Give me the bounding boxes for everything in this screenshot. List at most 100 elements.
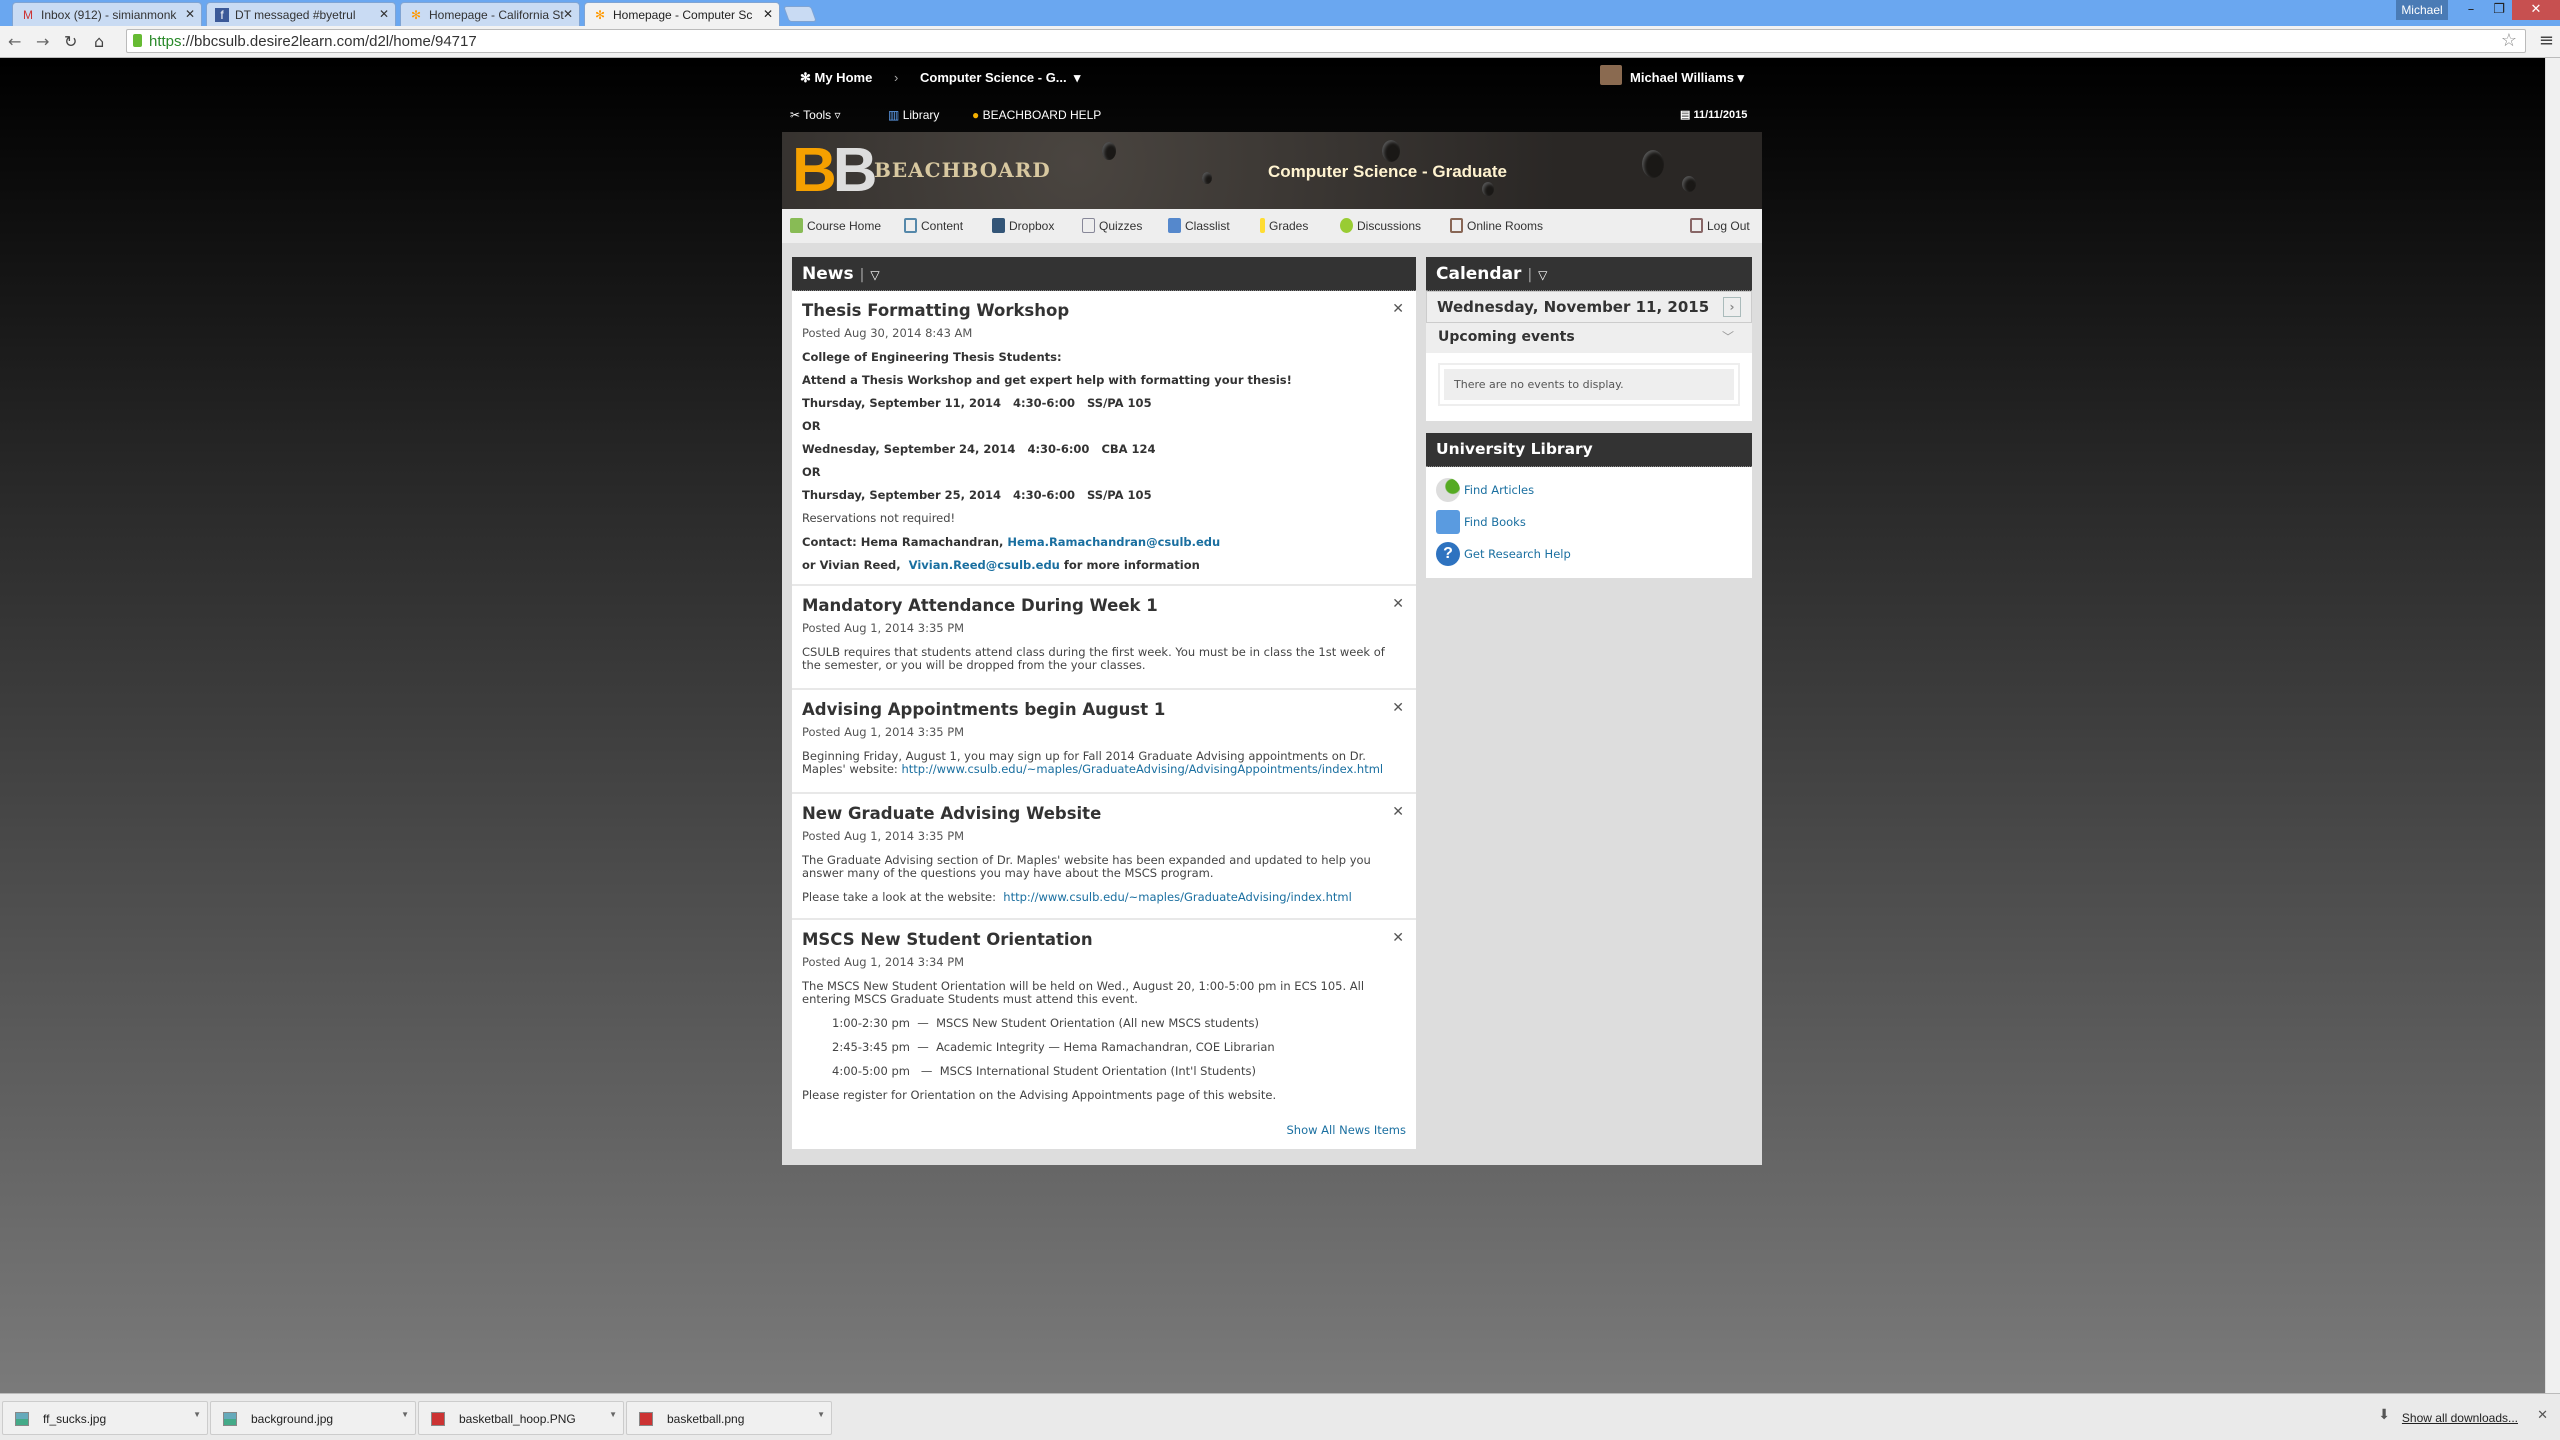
library-header: University Library: [1426, 433, 1752, 467]
next-day-icon[interactable]: ›: [1723, 297, 1741, 317]
widget-menu-icon[interactable]: ▽: [870, 268, 879, 282]
nav-discussions[interactable]: Discussions: [1340, 218, 1421, 233]
tools-bar: ✂ Tools ▿ ▥ Library ● BEACHBOARD HELP ▤ …: [782, 94, 1762, 132]
upcoming-events-toggle[interactable]: Upcoming events ﹀: [1426, 323, 1752, 353]
help-question-icon: ?: [1436, 542, 1460, 566]
book-icon: ▥: [888, 108, 900, 122]
browser-tab[interactable]: f DT messaged #byetrul ✕: [206, 2, 396, 26]
minibar: ✻ My Home › Computer Science - G... ▾ Mi…: [782, 58, 1762, 94]
nav-quizzes[interactable]: Quizzes: [1082, 218, 1142, 233]
download-item[interactable]: ff_sucks.jpg ▼: [2, 1401, 208, 1435]
forward-icon[interactable]: →: [36, 32, 49, 51]
close-tab-icon[interactable]: ✕: [185, 7, 195, 21]
browser-toolbar: ← → ↻ ⌂ https://bbcsulb.desire2learn.com…: [0, 26, 2560, 58]
dismiss-icon[interactable]: ✕: [1392, 700, 1404, 716]
close-window-icon[interactable]: ✕: [2512, 0, 2560, 20]
nav-grades[interactable]: Grades: [1260, 218, 1308, 233]
chevron-down-icon: ﹀: [1721, 330, 1734, 344]
email-link[interactable]: Vivian.Reed@csulb.edu: [909, 558, 1060, 572]
news-item: ✕ MSCS New Student Orientation Posted Au…: [802, 930, 1404, 1102]
dismiss-icon[interactable]: ✕: [1392, 930, 1404, 946]
browser-tab-active[interactable]: ✻ Homepage - Computer Sc ✕: [584, 2, 780, 26]
advising-appointments-link[interactable]: http://www.csulb.edu/~maples/GraduateAdv…: [901, 762, 1383, 776]
page-scrollbar[interactable]: [2545, 58, 2560, 1393]
back-icon[interactable]: ←: [8, 32, 21, 51]
nav-classlist[interactable]: Classlist: [1168, 218, 1230, 233]
news-widget: News | ▽ ✕ Thesis Formatting Workshop Post…: [792, 257, 1416, 1149]
tools-menu[interactable]: ✂ Tools ▿: [790, 108, 841, 122]
d2l-icon: ✻: [594, 8, 606, 22]
dismiss-icon[interactable]: ✕: [1392, 301, 1404, 317]
browser-tab[interactable]: ✻ Homepage - California St ✕: [400, 2, 580, 26]
breadcrumb-chevron-icon: ›: [894, 70, 899, 85]
find-books-icon: [1436, 510, 1460, 534]
downloads-bar: ff_sucks.jpg ▼ background.jpg ▼ basketball…: [0, 1393, 2560, 1440]
dropbox-icon: [992, 218, 1005, 233]
calendar-header: Calendar | ▽: [1426, 257, 1752, 291]
dismiss-icon[interactable]: ✕: [1392, 804, 1404, 820]
dismiss-icon[interactable]: ✕: [1392, 596, 1404, 612]
research-help-link[interactable]: ? Get Research Help: [1436, 541, 1742, 567]
dropdown-arrow-icon: ▼: [193, 1410, 201, 1419]
course-navbar: Course Home Content Dropbox Quizzes Clas…: [782, 209, 1762, 243]
bookmark-star-icon[interactable]: ☆: [2501, 30, 2517, 51]
close-downloads-icon[interactable]: ✕: [2537, 1408, 2548, 1423]
news-header: News | ▽: [792, 257, 1416, 291]
download-item[interactable]: basketball_hoop.PNG ▼: [418, 1401, 624, 1435]
download-item[interactable]: background.jpg ▼: [210, 1401, 416, 1435]
close-tab-icon[interactable]: ✕: [379, 7, 389, 21]
library-widget: University Library Find Articles Find Bo…: [1426, 433, 1752, 578]
home-icon[interactable]: ⌂: [94, 32, 104, 51]
widget-menu-icon[interactable]: ▽: [1538, 268, 1547, 282]
lock-icon: [133, 34, 142, 47]
nav-online-rooms[interactable]: Online Rooms: [1450, 218, 1543, 233]
browser-tab-strip: M Inbox (912) - simianmonk ✕ f DT messaged …: [0, 0, 2560, 26]
nav-dropbox[interactable]: Dropbox: [992, 218, 1054, 233]
discussions-icon: [1340, 218, 1353, 233]
course-selector[interactable]: Computer Science - G... ▾: [920, 70, 1080, 86]
calendar-date-link[interactable]: ▤ 11/11/2015: [1680, 108, 1747, 121]
find-articles-link[interactable]: Find Articles: [1436, 477, 1742, 503]
logout-link[interactable]: Log Out: [1690, 218, 1750, 233]
nav-content[interactable]: Content: [904, 218, 963, 233]
address-bar[interactable]: https://bbcsulb.desire2learn.com/d2l/hom…: [126, 29, 2526, 53]
d2l-icon: ✻: [410, 8, 422, 22]
reload-icon[interactable]: ↻: [64, 32, 77, 51]
beachboard-logo: BB: [792, 136, 878, 205]
profile-button[interactable]: Michael: [2396, 0, 2448, 20]
dropdown-arrow-icon: ▼: [401, 1410, 409, 1419]
show-all-news-link[interactable]: Show All News Items: [1287, 1123, 1407, 1137]
image-file-icon: [223, 1412, 237, 1426]
show-all-downloads-link[interactable]: Show all downloads...: [2402, 1411, 2518, 1425]
calendar-date: Wednesday, November 11, 2015 ›: [1426, 291, 1752, 323]
png-file-icon: [639, 1412, 653, 1426]
help-icon: ●: [972, 108, 980, 122]
my-home-link[interactable]: ✻ My Home: [800, 70, 872, 86]
browser-tab[interactable]: M Inbox (912) - simianmonk ✕: [12, 2, 202, 26]
nav-course-home[interactable]: Course Home: [790, 218, 881, 233]
online-rooms-icon: [1450, 218, 1463, 233]
minimize-icon[interactable]: –: [2456, 0, 2486, 20]
new-tab-button[interactable]: [783, 6, 817, 22]
calendar-icon: ▤: [1680, 109, 1691, 121]
find-articles-icon: [1436, 478, 1460, 502]
email-link[interactable]: Hema.Ramachandran@csulb.edu: [1007, 535, 1220, 549]
close-tab-icon[interactable]: ✕: [763, 7, 773, 21]
course-title: Computer Science - Graduate: [1268, 162, 1508, 181]
restore-icon[interactable]: ❐: [2484, 0, 2514, 20]
grades-icon: [1260, 218, 1265, 233]
download-arrow-icon: ⬇: [2378, 1407, 2390, 1423]
library-link[interactable]: ▥ Library: [888, 108, 939, 122]
quizzes-icon: [1082, 218, 1095, 233]
classlist-icon: [1168, 218, 1181, 233]
find-books-link[interactable]: Find Books: [1436, 509, 1742, 535]
download-item[interactable]: basketball.png ▼: [626, 1401, 832, 1435]
gmail-icon: M: [23, 8, 33, 22]
menu-icon[interactable]: ≡: [2539, 30, 2554, 51]
user-menu[interactable]: Michael Williams ▾: [1630, 70, 1744, 86]
close-tab-icon[interactable]: ✕: [563, 7, 573, 21]
graduate-advising-link[interactable]: http://www.csulb.edu/~maples/GraduateAdv…: [1003, 890, 1352, 904]
course-home-icon: [790, 218, 803, 233]
help-link[interactable]: ● BEACHBOARD HELP: [972, 108, 1101, 122]
avatar: [1600, 65, 1622, 85]
